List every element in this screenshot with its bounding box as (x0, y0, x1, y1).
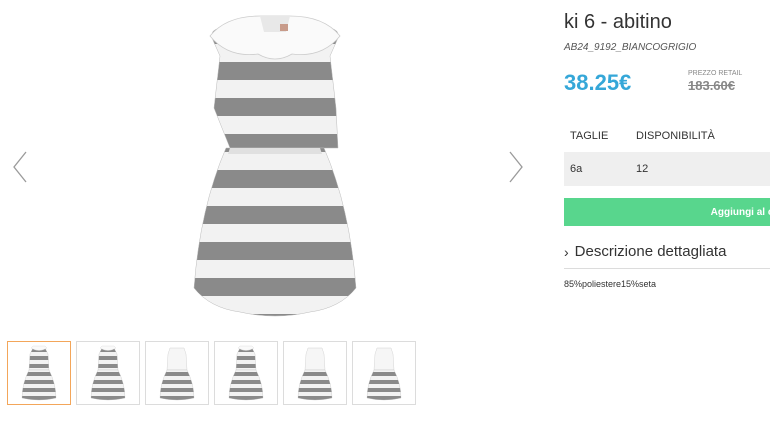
size-availability-table: TAGLIE DISPONIBILITÀ 6a 12 (564, 126, 770, 186)
divider (564, 268, 770, 269)
product-sku: AB24_9192_BIANCOGRIGIO (564, 42, 697, 53)
size-row[interactable]: 6a 12 (564, 152, 770, 186)
description-toggle[interactable]: › Descrizione dettagliata (564, 243, 770, 260)
product-main-image (190, 8, 360, 324)
thumbnail-1[interactable] (7, 341, 71, 405)
chevron-left-icon (13, 151, 27, 183)
product-title: ki 6 - abitino (564, 11, 672, 33)
add-to-cart-button[interactable]: Aggiungi al carrello (564, 198, 770, 226)
product-info-panel: ki 6 - abitino AB24_9192_BIANCOGRIGIO 38… (564, 0, 770, 430)
chevron-right-icon (509, 151, 523, 183)
thumbnail-4[interactable] (214, 341, 278, 405)
size-value: 6a (570, 163, 583, 175)
product-price: 38.25€ (564, 70, 632, 95)
dress-thumbnail-image (21, 345, 57, 401)
dress-thumbnail-image (159, 347, 195, 401)
retail-price: 183.60€ (688, 78, 735, 93)
availability-column-header: DISPONIBILITÀ (636, 130, 715, 142)
fabric-composition: 85%poliestere15%seta (564, 279, 657, 289)
dress-thumbnail-image (228, 345, 264, 401)
dress-thumbnail-image (366, 347, 402, 401)
chevron-right-icon: › (564, 243, 569, 260)
product-gallery (0, 0, 540, 430)
thumbnail-3[interactable] (145, 341, 209, 405)
thumbnail-5[interactable] (283, 341, 347, 405)
dress-thumbnail-image (90, 345, 126, 401)
add-to-cart-label: Aggiungi al carrello (710, 206, 770, 218)
gallery-next-button[interactable] (506, 150, 526, 184)
size-table-header: TAGLIE DISPONIBILITÀ (564, 126, 770, 146)
description-toggle-label: Descrizione dettagliata (574, 243, 727, 260)
size-column-header: TAGLIE (570, 130, 609, 142)
gallery-prev-button[interactable] (10, 150, 30, 184)
thumbnail-strip (7, 341, 416, 405)
dress-thumbnail-image (297, 347, 333, 401)
retail-price-label: PREZZO RETAIL (688, 70, 743, 77)
availability-value: 12 (636, 163, 649, 175)
thumbnail-6[interactable] (352, 341, 416, 405)
thumbnail-2[interactable] (76, 341, 140, 405)
